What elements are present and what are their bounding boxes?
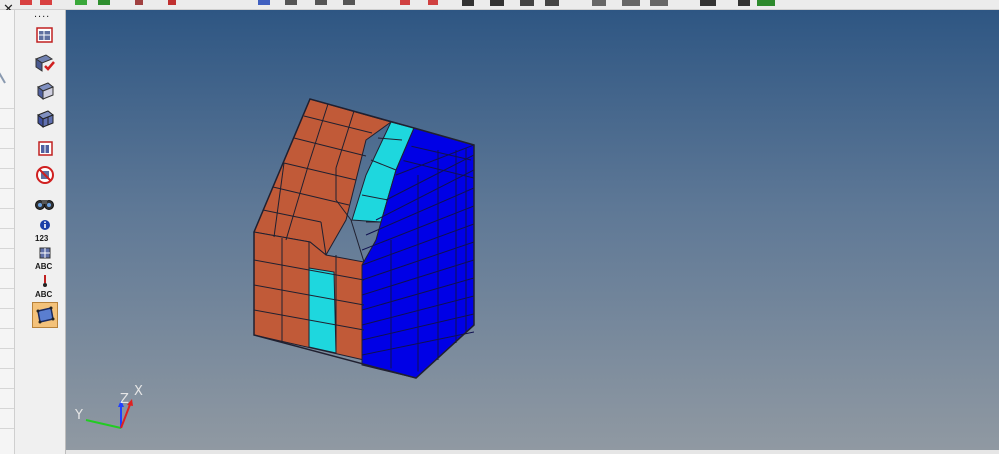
element-edit-icon[interactable] [33,80,57,102]
y-axis-label: Y [75,408,83,423]
palette-icon [757,0,775,6]
top-toolbar: ✕ [0,0,999,15]
mirror-icon [98,0,110,5]
panel-grip[interactable]: .... [34,9,50,20]
grid-icon [592,0,606,6]
info-123-label: 123 [35,234,49,243]
z-axis-label: Z [120,392,129,407]
mesh-model [85,98,475,429]
element-quality-icon[interactable] [33,137,57,159]
mesh-front-cyan [308,267,337,354]
plot-icon [738,0,750,6]
toolbar-icons [20,0,775,6]
no-entry-icon[interactable] [33,164,57,186]
copy-icon [40,0,52,5]
node-icon [315,0,327,5]
mesh-grid-icon[interactable] [33,108,57,130]
wire-icon [258,0,270,5]
view-icon [650,0,668,6]
left-strip [0,10,15,454]
surface-select-icon[interactable] [32,302,58,328]
measure-icon [428,0,438,5]
graphics-viewport[interactable]: Y Z X [66,10,999,450]
arrow-icon [700,0,716,6]
pin-abc-text: ABC [35,290,53,299]
render-icon [622,0,640,6]
check-elements-icon[interactable] [33,52,57,74]
print-icon [490,0,504,6]
label-abc-text: ABC [35,262,53,271]
shade-icon [168,0,176,5]
binoculars-icon[interactable] [33,192,57,214]
label-abc-icon[interactable] [33,246,57,260]
cut-icon [20,0,32,5]
y-axis-line [85,419,122,429]
status-bar [66,450,999,454]
mesh-icon [285,0,297,5]
show-icon [400,0,410,5]
select-mode-icon[interactable] [33,24,57,46]
align-icon [462,0,474,6]
pin-abc-icon[interactable] [33,274,57,288]
layout-icon [545,0,559,6]
hide-icon [343,0,355,5]
info-123-icon[interactable] [33,218,57,232]
move-icon [75,0,87,5]
rotate-icon [135,0,143,5]
screenshot-icon [520,0,534,6]
x-axis-label: X [134,384,143,399]
tool-panel [15,10,66,454]
